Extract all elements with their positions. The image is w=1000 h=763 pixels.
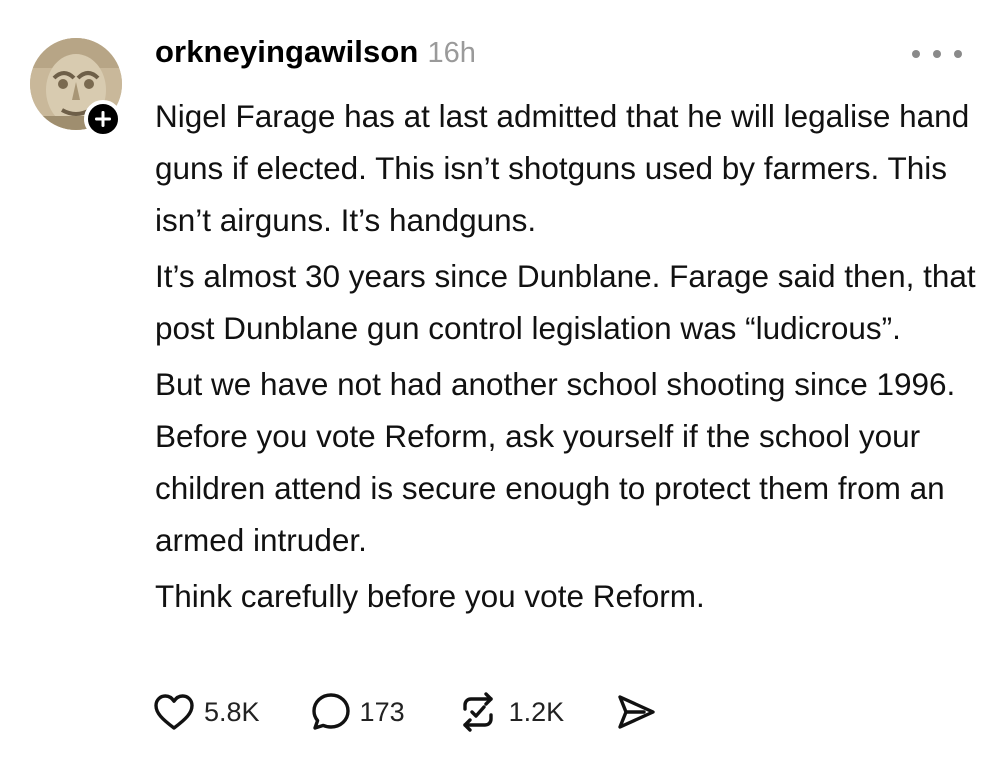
repost-button[interactable]: 1.2K (455, 691, 565, 733)
plus-icon (95, 111, 111, 127)
reply-count: 173 (359, 696, 405, 727)
follow-button[interactable] (84, 100, 122, 138)
repost-icon (462, 692, 493, 732)
like-count: 5.8K (204, 696, 260, 727)
send-icon (618, 695, 655, 729)
post-header: orkneyingawilson 16h (155, 34, 476, 78)
speech-bubble-icon (311, 693, 350, 730)
author-avatar-container (30, 38, 126, 138)
more-options-button[interactable] (912, 42, 962, 66)
author-username[interactable]: orkneyingawilson (155, 34, 418, 70)
more-icon-dot (954, 50, 962, 58)
more-icon (912, 50, 920, 58)
more-icon-dot (933, 50, 941, 58)
post-paragraph: Think carefully before you vote Reform. (155, 578, 705, 614)
post-timestamp: 16h (427, 37, 476, 69)
post-body: Nigel Farage has at last admitted that h… (155, 90, 985, 622)
reply-button[interactable]: 173 (310, 691, 405, 733)
post-paragraph: It’s almost 30 years since Dunblane. Far… (155, 258, 976, 346)
post-actions: 5.8K 173 1.2K (152, 688, 658, 736)
repost-count: 1.2K (508, 696, 565, 727)
thread-post: orkneyingawilson 16h Nigel Farage has at… (0, 0, 1000, 763)
post-paragraph: Nigel Farage has at last admitted that h… (155, 98, 970, 238)
share-button[interactable] (614, 692, 658, 732)
post-paragraph: But we have not had another school shoot… (155, 366, 956, 558)
heart-icon (154, 694, 194, 730)
like-button[interactable]: 5.8K (152, 692, 260, 732)
